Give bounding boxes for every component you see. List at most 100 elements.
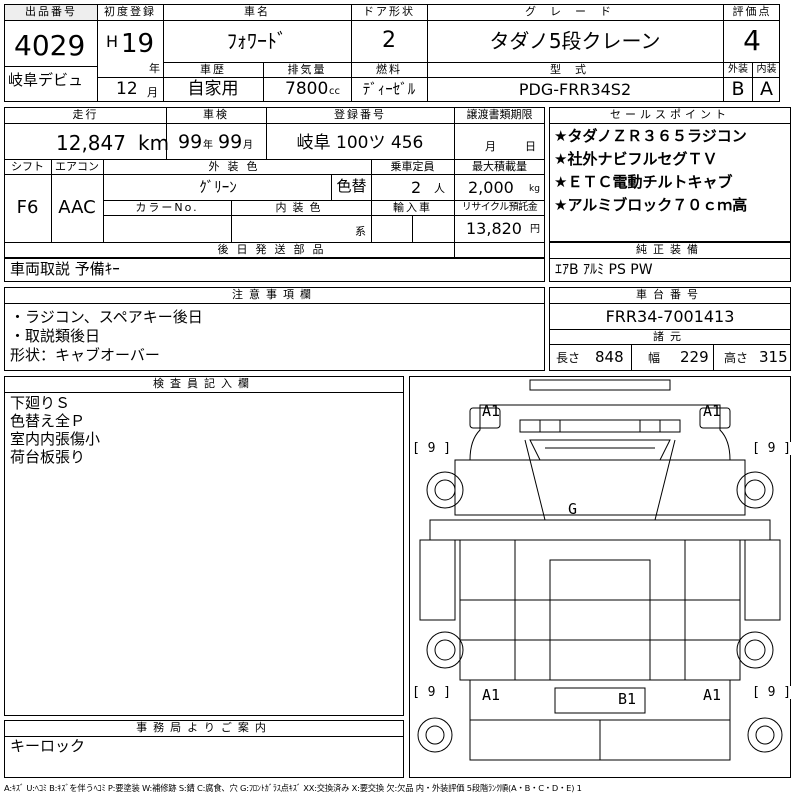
inspection-month: 99 bbox=[218, 131, 243, 153]
ext-color-value: ｸﾞﾘｰﾝ bbox=[199, 178, 237, 196]
office-value: キーロック bbox=[10, 737, 86, 755]
height-label: 高さ bbox=[724, 351, 749, 365]
interior-grade: A bbox=[760, 78, 773, 100]
grade-label: グレード bbox=[525, 5, 625, 18]
legend-text: A:ｷｽﾞ U:ﾍｺﾐ B:ｷｽﾞを伴うﾍｺﾐ P:要塗装 W:補修跡 S:錆 … bbox=[4, 783, 582, 793]
color-no-label: カラーNo. bbox=[135, 201, 199, 214]
max-load-value: 2,000 bbox=[468, 178, 514, 197]
width-label: 幅 bbox=[648, 351, 661, 365]
displacement-label: 排気量 bbox=[287, 63, 327, 76]
score-value: 4 bbox=[743, 24, 761, 57]
length-label: 長さ bbox=[556, 351, 581, 365]
score-label: 評価点 bbox=[732, 5, 772, 18]
inspection-year: 99 bbox=[178, 131, 203, 153]
office-label: 事務局よりご案内 bbox=[136, 721, 272, 734]
capacity-label: 乗車定員 bbox=[390, 160, 435, 173]
recycle-unit: 円 bbox=[530, 224, 540, 235]
plate-value: 岐阜 100ツ 456 bbox=[296, 133, 424, 153]
exterior-grade: B bbox=[731, 78, 745, 100]
sales-point-1: ★タダノＺＲ３６５ラジコン bbox=[554, 127, 747, 145]
ac-value: AAC bbox=[58, 197, 96, 218]
inspector-label: 検査員記入欄 bbox=[153, 377, 255, 390]
later-parts-value: 車両取説 予備ｷｰ bbox=[10, 260, 120, 278]
inspection-year-unit: 年 bbox=[203, 140, 213, 151]
transfer-label: 譲渡書類期限 bbox=[466, 108, 533, 121]
height-value: 315 bbox=[759, 348, 788, 366]
sales-points-label: セールスポイント bbox=[610, 108, 730, 121]
inspector-note-2: 色替え全Ｐ bbox=[10, 412, 86, 430]
equipment-label: 純正装備 bbox=[636, 243, 704, 256]
damage-mark-a1-bottom-right: A1 bbox=[703, 686, 722, 704]
transfer-day-unit: 日 bbox=[525, 140, 536, 153]
width-value: 229 bbox=[680, 348, 709, 366]
inspection-label: 車検 bbox=[203, 108, 229, 121]
bracket-9-bottom-right: [ 9 ] bbox=[752, 685, 792, 700]
ext-color-label: 外装色 bbox=[208, 160, 266, 173]
color-change: 色替 bbox=[336, 177, 367, 195]
car-name-label: 車名 bbox=[244, 5, 270, 18]
interior-label: 内装 bbox=[756, 64, 777, 75]
first-reg-month-unit: 月 bbox=[147, 86, 158, 99]
recycle-value: 13,820 bbox=[466, 219, 522, 238]
import-label: 輸入車 bbox=[393, 201, 432, 214]
mileage-value: 12,847 bbox=[56, 131, 126, 155]
grade-value: タダノ5段クレーン bbox=[489, 29, 661, 53]
int-color-label: 内装色 bbox=[275, 201, 327, 214]
bracket-9-bottom-left: [ 9 ] bbox=[412, 685, 452, 700]
chassis-value: FRR34-7001413 bbox=[605, 307, 735, 326]
doors-value: 2 bbox=[382, 28, 396, 53]
inspection-month-unit: 月 bbox=[243, 140, 253, 151]
history-label: 車歴 bbox=[200, 63, 226, 76]
note-3: 形状：キャブオーバー bbox=[10, 346, 160, 364]
displacement-unit: cc bbox=[329, 86, 340, 97]
lot-number: 4029 bbox=[14, 29, 86, 62]
damage-mark-b1: B1 bbox=[618, 690, 637, 708]
sales-point-4: ★アルミブロック７０ｃｍ高 bbox=[554, 196, 748, 214]
fuel-value: ﾃﾞｨｰｾﾞﾙ bbox=[362, 80, 416, 98]
inspector-note-1: 下廻りＳ bbox=[10, 394, 71, 412]
exterior-label: 外装 bbox=[728, 64, 748, 75]
mileage-unit: km bbox=[138, 131, 170, 155]
dims-label: 諸元 bbox=[653, 330, 687, 343]
damage-mark-a1-top-right: A1 bbox=[703, 402, 722, 420]
bracket-9-top-left: [ 9 ] bbox=[412, 441, 452, 456]
first-reg-label: 初度登録 bbox=[104, 5, 156, 18]
first-reg-year: 19 bbox=[121, 29, 155, 59]
car-name: ﾌｫﾜｰﾄﾞ bbox=[227, 29, 287, 53]
int-color-suffix: 系 bbox=[355, 225, 366, 238]
shift-label: シフト bbox=[11, 160, 44, 173]
inspector-note-4: 荷台板張り bbox=[10, 448, 86, 466]
notes-label: 注意事項欄 bbox=[232, 288, 317, 301]
first-reg-year-unit: 年 bbox=[149, 62, 160, 75]
plate-label: 登録番号 bbox=[334, 108, 386, 121]
car-diagram bbox=[417, 379, 783, 761]
shift-value: F6 bbox=[16, 197, 39, 218]
max-load-label: 最大積載量 bbox=[472, 160, 527, 173]
later-label: 後日発送部品 bbox=[217, 243, 332, 256]
model-label: 型式 bbox=[550, 63, 600, 76]
inspector-note-3: 室内内張傷小 bbox=[10, 430, 101, 448]
damage-mark-a1-top-left: A1 bbox=[482, 402, 501, 420]
chassis-label: 車台番号 bbox=[636, 288, 704, 301]
damage-mark-g: G bbox=[568, 500, 578, 518]
lot-label: 出品番号 bbox=[5, 5, 97, 20]
history-value: 自家用 bbox=[187, 79, 239, 99]
mileage-label: 走行 bbox=[72, 108, 99, 121]
first-reg-era: H bbox=[106, 32, 119, 51]
sales-point-2: ★社外ナビフルセグＴＶ bbox=[554, 150, 718, 168]
equipment-value: ｴｱB ｱﾙﾐ PS PW bbox=[555, 262, 653, 278]
displacement-value: 7800 bbox=[285, 79, 329, 99]
max-load-unit: kg bbox=[529, 184, 540, 194]
capacity-unit: 人 bbox=[434, 182, 445, 195]
doors-label: ドア形状 bbox=[363, 5, 415, 18]
model-value: PDG-FRR34S2 bbox=[518, 80, 632, 99]
first-reg-month: 12 bbox=[116, 79, 138, 99]
bracket-9-top-right: [ 9 ] bbox=[752, 441, 792, 456]
length-value: 848 bbox=[595, 348, 624, 366]
damage-mark-a1-bottom-left: A1 bbox=[482, 686, 501, 704]
fuel-label: 燃料 bbox=[376, 63, 402, 76]
note-2: ・取説類後日 bbox=[10, 327, 101, 345]
venue: 岐阜デビュ bbox=[8, 71, 84, 89]
recycle-label: リサイクル預託金 bbox=[461, 202, 538, 213]
note-1: ・ラジコン、スペアキー後日 bbox=[10, 308, 203, 326]
